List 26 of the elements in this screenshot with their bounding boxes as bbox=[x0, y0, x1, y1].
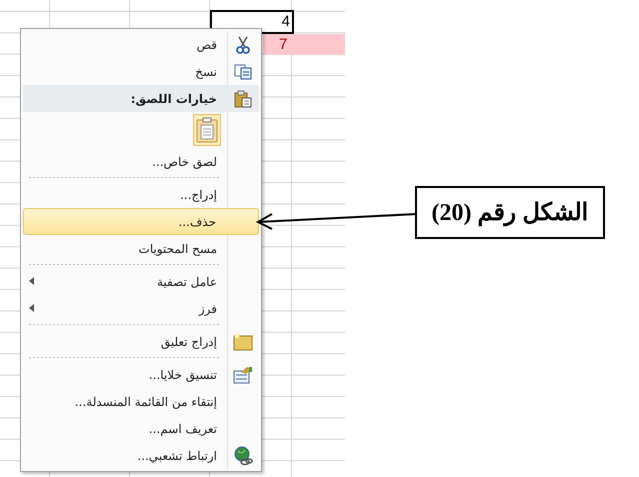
menu-section-header: خيارات اللصق: bbox=[130, 92, 218, 106]
menu-item[interactable]: فرز bbox=[23, 295, 259, 322]
menu-item[interactable]: حذف... bbox=[23, 208, 259, 235]
menu-item[interactable]: لصق خاص... bbox=[23, 148, 259, 175]
submenu-arrow-icon bbox=[29, 304, 34, 312]
menu-item[interactable]: إدراج تعليق bbox=[23, 328, 259, 355]
menu-item[interactable]: مسح المحتويات bbox=[23, 235, 259, 262]
menu-item[interactable]: إنتقاء من القائمة المنسدلة... bbox=[23, 388, 259, 415]
copy-icon bbox=[234, 64, 252, 80]
menu-item[interactable]: قص bbox=[23, 31, 259, 58]
highlighted-cell[interactable]: 7 bbox=[263, 34, 345, 55]
menu-item[interactable]: تنسيق خلايا... bbox=[23, 361, 259, 388]
note-icon bbox=[233, 332, 253, 350]
scissors-icon bbox=[236, 36, 250, 54]
paste-icon bbox=[234, 90, 252, 108]
hyperlink-icon bbox=[233, 446, 253, 466]
paste-option-button[interactable] bbox=[193, 114, 221, 146]
menu-item[interactable]: عامل تصفية bbox=[23, 268, 259, 295]
menu-item[interactable]: تعريف اسم... bbox=[23, 415, 259, 442]
menu-item[interactable]: نسخ bbox=[23, 58, 259, 85]
menu-item[interactable]: إدراج... bbox=[23, 181, 259, 208]
format-cells-icon bbox=[233, 366, 253, 384]
clipboard-icon bbox=[196, 117, 218, 143]
submenu-arrow-icon bbox=[29, 277, 34, 285]
figure-caption: الشكل رقم (20) bbox=[415, 186, 605, 239]
menu-item[interactable]: ارتباط تشعبي... bbox=[23, 442, 259, 469]
